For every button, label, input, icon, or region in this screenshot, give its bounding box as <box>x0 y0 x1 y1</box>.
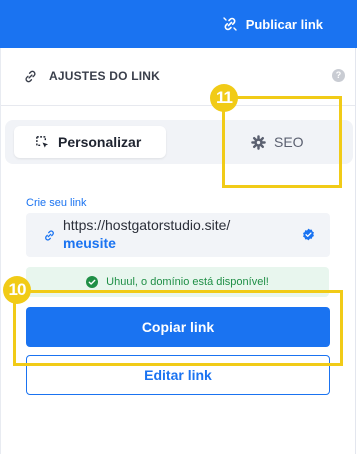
link-icon <box>222 17 237 31</box>
check-circle-icon <box>86 276 99 288</box>
tab-seo-label: SEO <box>274 134 304 150</box>
tab-seo[interactable]: SEO <box>251 126 304 158</box>
callout-badge-11: 11 <box>210 84 238 112</box>
tab-personalizar[interactable]: Personalizar <box>14 126 166 158</box>
create-link-label: Crie seu link <box>26 197 87 209</box>
link-url-field[interactable]: https://hostgatorstudio.site/ meusite <box>26 213 330 257</box>
link-slug[interactable]: meusite <box>63 235 116 251</box>
link-icon <box>25 70 36 83</box>
publish-link-label: Publicar link <box>245 16 323 32</box>
link-icon <box>45 230 54 241</box>
gear-icon <box>251 134 266 150</box>
edit-link-button[interactable]: Editar link <box>26 355 330 395</box>
copy-link-button[interactable]: Copiar link <box>26 307 330 347</box>
verified-icon <box>303 228 314 241</box>
tab-bar: Personalizar SEO <box>5 120 353 164</box>
help-icon[interactable]: ? <box>332 69 345 82</box>
availability-text: Uhuul, o domínio está disponível! <box>106 276 269 288</box>
publish-link-button[interactable]: Publicar link <box>222 14 323 34</box>
link-settings-panel: AJUSTES DO LINK ? Personalizar SEO Crie … <box>0 48 356 454</box>
top-bar: Publicar link <box>0 0 357 48</box>
customize-icon <box>36 135 49 148</box>
availability-message: Uhuul, o domínio está disponível! <box>26 267 329 297</box>
panel-header: AJUSTES DO LINK ? <box>1 48 355 106</box>
tab-personalizar-label: Personalizar <box>58 134 142 150</box>
callout-badge-10: 10 <box>3 276 31 304</box>
panel-title: AJUSTES DO LINK <box>49 69 161 83</box>
link-domain: https://hostgatorstudio.site/ <box>63 217 231 233</box>
